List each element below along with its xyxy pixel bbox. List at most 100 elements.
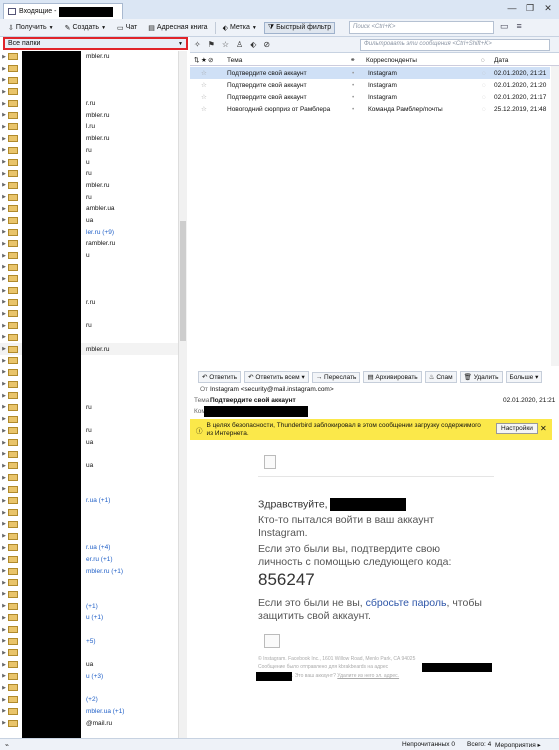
chevron-right-icon[interactable]: ▶ <box>0 77 8 83</box>
contact-filter-icon[interactable]: ♙ <box>236 40 243 49</box>
star-filter-icon[interactable]: ☆ <box>222 40 229 49</box>
chevron-right-icon[interactable]: ▶ <box>0 288 8 294</box>
chevron-right-icon[interactable]: ▶ <box>0 381 8 387</box>
reply-button[interactable]: ↶ Ответить <box>198 371 242 383</box>
delete-button[interactable]: 🗑 Удалить <box>459 371 503 383</box>
tag-filter-icon[interactable]: ⬖ <box>250 40 256 49</box>
notice-close-icon[interactable]: ✕ <box>540 424 547 433</box>
events-button[interactable]: Мероприятия ▸ <box>495 741 541 749</box>
menu-icon[interactable]: ≡ <box>517 21 522 32</box>
chevron-right-icon[interactable]: ▶ <box>0 112 8 118</box>
search-input[interactable]: Поиск <Ctrl+K> <box>349 21 494 34</box>
chevron-right-icon[interactable]: ▶ <box>0 101 8 107</box>
chevron-right-icon[interactable]: ▶ <box>0 440 8 446</box>
chevron-right-icon[interactable]: ▶ <box>0 720 8 726</box>
read-dot-icon[interactable]: • <box>352 94 354 101</box>
chevron-right-icon[interactable]: ▶ <box>0 253 8 259</box>
chevron-right-icon[interactable]: ▶ <box>0 229 8 235</box>
chevron-right-icon[interactable]: ▶ <box>0 182 8 188</box>
chevron-right-icon[interactable]: ▶ <box>0 498 8 504</box>
write-button[interactable]: ✎ Создать ▼ <box>61 22 110 34</box>
chevron-right-icon[interactable]: ▶ <box>0 311 8 317</box>
read-dot-icon[interactable]: • <box>352 82 354 89</box>
attachment-filter-icon[interactable]: ⊘ <box>263 40 270 49</box>
chevron-right-icon[interactable]: ▶ <box>0 147 8 153</box>
spam-button[interactable]: ♨ Спам <box>424 371 457 383</box>
chevron-right-icon[interactable]: ▶ <box>0 591 8 597</box>
read-dot-icon[interactable]: • <box>352 106 354 113</box>
chevron-right-icon[interactable]: ▶ <box>0 171 8 177</box>
star-column-icon[interactable]: ★ <box>201 56 207 64</box>
close-button[interactable]: ✕ <box>541 2 555 14</box>
chevron-right-icon[interactable]: ▶ <box>0 603 8 609</box>
scroll-thumb[interactable] <box>180 221 186 341</box>
chevron-right-icon[interactable]: ▶ <box>0 124 8 130</box>
read-column-icon[interactable]: ⚭ <box>350 56 355 64</box>
notice-settings-button[interactable]: Настройки <box>496 423 538 434</box>
chevron-down-icon[interactable]: ▼ <box>101 25 106 31</box>
tab-inbox[interactable]: Входящие - <box>3 3 123 19</box>
chevron-right-icon[interactable]: ▶ <box>0 451 8 457</box>
more-button[interactable]: Больше ▾ <box>505 371 543 383</box>
chat-bubble-icon[interactable]: ▭ <box>500 21 509 32</box>
chevron-right-icon[interactable]: ▶ <box>0 393 8 399</box>
junk-status-icon[interactable]: ◌ <box>482 82 486 89</box>
thread-column-icon[interactable]: ⇅ <box>194 56 199 64</box>
column-correspondents[interactable]: Корреспонденты <box>366 57 417 64</box>
chevron-right-icon[interactable]: ▶ <box>0 638 8 644</box>
remove-email-link[interactable]: Удалите из него эл. адрес. <box>337 673 399 679</box>
star-icon[interactable]: ☆ <box>201 93 207 101</box>
chevron-right-icon[interactable]: ▶ <box>0 346 8 352</box>
junk-status-icon[interactable]: ◌ <box>482 106 486 113</box>
chevron-right-icon[interactable]: ▶ <box>0 194 8 200</box>
chevron-right-icon[interactable]: ▶ <box>0 685 8 691</box>
chevron-right-icon[interactable]: ▶ <box>0 510 8 516</box>
chevron-right-icon[interactable]: ▶ <box>0 89 8 95</box>
chevron-right-icon[interactable]: ▶ <box>0 299 8 305</box>
chevron-right-icon[interactable]: ▶ <box>0 159 8 165</box>
column-subject[interactable]: Тема <box>227 57 242 64</box>
message-list-scrollbar[interactable] <box>551 66 559 366</box>
message-row[interactable]: ☆ Новогодний сюрприз от Рамблера • Команда … <box>190 103 550 115</box>
archive-button[interactable]: ▤ Архивировать <box>363 371 422 383</box>
chevron-right-icon[interactable]: ▶ <box>0 241 8 247</box>
chevron-right-icon[interactable]: ▶ <box>0 264 8 270</box>
chevron-right-icon[interactable]: ▶ <box>0 556 8 562</box>
chevron-right-icon[interactable]: ▶ <box>0 521 8 527</box>
folder-scrollbar[interactable] <box>178 51 187 741</box>
junk-status-icon[interactable]: ◌ <box>482 94 486 101</box>
junk-status-icon[interactable]: ◌ <box>482 70 486 77</box>
chevron-right-icon[interactable]: ▶ <box>0 416 8 422</box>
quickfilter-button[interactable]: ⧩ Быстрый фильтр <box>263 21 336 34</box>
chevron-right-icon[interactable]: ▶ <box>0 708 8 714</box>
chevron-right-icon[interactable]: ▶ <box>0 673 8 679</box>
star-icon[interactable]: ☆ <box>201 69 207 77</box>
tag-button[interactable]: ⬖ Метка ▼ <box>219 22 261 34</box>
attachment-column-icon[interactable]: ⊘ <box>208 56 213 64</box>
star-icon[interactable]: ☆ <box>201 81 207 89</box>
chevron-right-icon[interactable]: ▶ <box>0 475 8 481</box>
chevron-right-icon[interactable]: ▶ <box>0 206 8 212</box>
chevron-right-icon[interactable]: ▶ <box>0 323 8 329</box>
chat-button[interactable]: ▭ Чат <box>113 22 141 34</box>
column-date[interactable]: Дата <box>494 57 508 64</box>
chevron-right-icon[interactable]: ▶ <box>0 486 8 492</box>
star-icon[interactable]: ☆ <box>201 105 207 113</box>
chevron-right-icon[interactable]: ▶ <box>0 533 8 539</box>
chevron-right-icon[interactable]: ▶ <box>0 217 8 223</box>
message-row[interactable]: ☆ Подтвердите свой аккаунт • Instagram ◌ 02.0… <box>190 91 550 103</box>
chevron-right-icon[interactable]: ▶ <box>0 580 8 586</box>
filter-messages-input[interactable]: Фильтровать эти сообщения <Ctrl+Shift+K> <box>360 39 550 51</box>
reply-all-button[interactable]: ↶ Ответить всем ▾ <box>244 371 309 383</box>
reset-password-link[interactable]: сбросьте пароль <box>366 597 447 609</box>
chevron-down-icon[interactable]: ▼ <box>49 25 54 31</box>
maximize-button[interactable]: ❐ <box>523 2 537 14</box>
chevron-right-icon[interactable]: ▶ <box>0 662 8 668</box>
chevron-right-icon[interactable]: ▶ <box>0 276 8 282</box>
chevron-right-icon[interactable]: ▶ <box>0 54 8 60</box>
chevron-right-icon[interactable]: ▶ <box>0 66 8 72</box>
chevron-right-icon[interactable]: ▶ <box>0 697 8 703</box>
chevron-right-icon[interactable]: ▶ <box>0 404 8 410</box>
chevron-right-icon[interactable]: ▶ <box>0 358 8 364</box>
get-mail-button[interactable]: ⇩ Получить ▼ <box>4 22 58 34</box>
